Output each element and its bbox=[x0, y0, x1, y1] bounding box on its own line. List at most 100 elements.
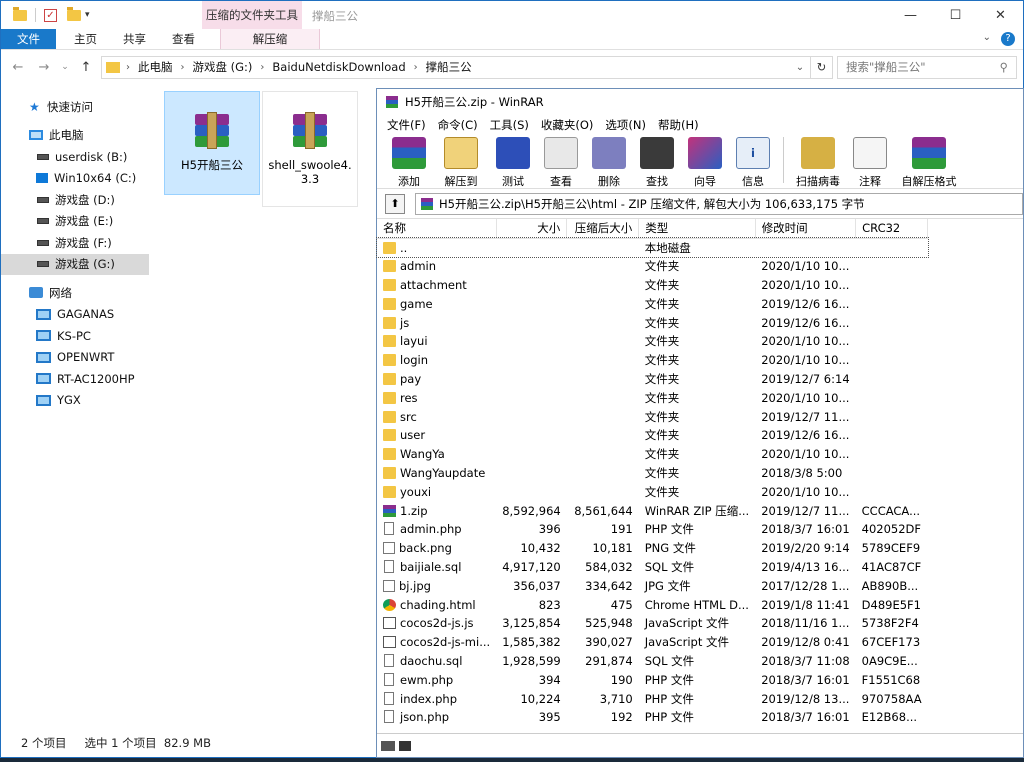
folder-icon[interactable] bbox=[13, 6, 27, 21]
table-row[interactable]: daochu.sql 1,928,599 291,874 SQL 文件 2018/3/7… bbox=[377, 652, 928, 671]
test-button[interactable]: 测试 bbox=[489, 135, 537, 189]
chevron-down-icon[interactable]: ⌄ bbox=[790, 62, 810, 73]
drive-icon bbox=[37, 218, 49, 225]
table-row[interactable]: src 文件夹 2019/12/7 11... bbox=[377, 407, 928, 426]
breadcrumb-item[interactable]: BaiduNetdiskDownload bbox=[272, 60, 405, 74]
table-row[interactable]: pay 文件夹 2019/12/7 6:14 bbox=[377, 370, 928, 389]
file-tile[interactable]: H5开船三公 bbox=[164, 91, 260, 195]
cell-packed: 475 bbox=[610, 597, 633, 612]
table-row[interactable]: cocos2d-js.js 3,125,854 525,948 JavaScript … bbox=[377, 614, 928, 633]
nav-drive-c[interactable]: Win10x64 (C:) bbox=[1, 168, 149, 190]
table-row[interactable]: ewm.php 394 190 PHP 文件 2018/3/7 16:01 F1551C6… bbox=[377, 670, 928, 689]
column-header-packed[interactable]: 压缩后大小 bbox=[566, 219, 640, 239]
table-row[interactable]: js 文件夹 2019/12/6 16... bbox=[377, 313, 928, 332]
menu-favorites[interactable]: 收藏夹(O) bbox=[535, 117, 600, 133]
maximize-button[interactable]: ☐ bbox=[933, 1, 978, 29]
new-folder-icon[interactable] bbox=[67, 6, 81, 21]
nav-host[interactable]: RT-AC1200HP bbox=[1, 368, 149, 390]
menu-commands[interactable]: 命令(C) bbox=[432, 117, 484, 133]
refresh-icon[interactable]: ↻ bbox=[810, 56, 832, 78]
menu-options[interactable]: 选项(N) bbox=[599, 117, 652, 133]
nav-quick-access[interactable]: ★ 快速访问 bbox=[1, 96, 149, 118]
table-row[interactable]: res 文件夹 2020/1/10 10... bbox=[377, 388, 928, 407]
expand-ribbon-icon[interactable]: ⌄ bbox=[983, 32, 991, 46]
table-row[interactable]: attachment 文件夹 2020/1/10 10... bbox=[377, 276, 928, 295]
table-row[interactable]: index.php 10,224 3,710 PHP 文件 2019/12/8 13..… bbox=[377, 689, 928, 708]
menu-tools[interactable]: 工具(S) bbox=[484, 117, 535, 133]
quick-access-toolbar: ✓ ▾ bbox=[1, 6, 90, 22]
recent-locations-button[interactable]: ⌄ bbox=[59, 56, 71, 78]
tab-share[interactable]: 共享 bbox=[110, 29, 159, 49]
column-header-type[interactable]: 类型 bbox=[638, 219, 756, 239]
breadcrumb-item[interactable]: 游戏盘 (G:) bbox=[193, 59, 253, 75]
table-row[interactable]: login 文件夹 2020/1/10 10... bbox=[377, 351, 928, 370]
table-row[interactable]: cocos2d-js-mi... 1,585,382 390,027 JavaScri… bbox=[377, 633, 928, 652]
table-row[interactable]: .. 本地磁盘 bbox=[376, 237, 929, 258]
nav-host[interactable]: GAGANAS bbox=[1, 304, 149, 326]
archive-path[interactable]: H5开船三公.zip\H5开船三公\html - ZIP 压缩文件, 解包大小为… bbox=[415, 192, 1023, 215]
column-header-modified[interactable]: 修改时间 bbox=[755, 219, 857, 239]
extract-to-button[interactable]: 解压到 bbox=[433, 135, 489, 189]
table-row[interactable]: WangYaupdate 文件夹 2018/3/8 5:00 bbox=[377, 464, 928, 483]
monitor-icon bbox=[36, 394, 51, 406]
help-icon[interactable]: ? bbox=[1001, 32, 1015, 46]
nav-label: 游戏盘 (F:) bbox=[55, 235, 112, 250]
file-tile[interactable]: shell_swoole4.3.3 bbox=[262, 91, 358, 207]
table-row[interactable]: bj.jpg 356,037 334,642 JPG 文件 2017/12/28 1..… bbox=[377, 576, 928, 595]
add-button[interactable]: 添加 bbox=[385, 135, 433, 189]
nav-host[interactable]: KS-PC bbox=[1, 325, 149, 347]
tab-view[interactable]: 查看 bbox=[159, 29, 208, 49]
customize-toolbar-icon[interactable]: ▾ bbox=[85, 10, 90, 20]
table-row[interactable]: youxi 文件夹 2020/1/10 10... bbox=[377, 482, 928, 501]
menu-help[interactable]: 帮助(H) bbox=[652, 117, 705, 133]
virus-scan-button[interactable]: 扫描病毒 bbox=[790, 135, 846, 189]
table-row[interactable]: admin.php 396 191 PHP 文件 2018/3/7 16:01 40205… bbox=[377, 520, 928, 539]
table-row[interactable]: admin 文件夹 2020/1/10 10... bbox=[377, 257, 928, 276]
table-row[interactable]: baijiale.sql 4,917,120 584,032 SQL 文件 2019/4… bbox=[377, 558, 928, 577]
column-header-crc[interactable]: CRC32 bbox=[855, 219, 929, 239]
properties-icon[interactable]: ✓ bbox=[44, 8, 57, 22]
table-row[interactable]: game 文件夹 2019/12/6 16... bbox=[377, 294, 928, 313]
nav-drive-e[interactable]: 游戏盘 (E:) bbox=[1, 211, 149, 233]
table-row[interactable]: layui 文件夹 2020/1/10 10... bbox=[377, 332, 928, 351]
search-input[interactable]: 搜索"撑船三公" ⚲ bbox=[837, 55, 1017, 79]
table-row[interactable]: back.png 10,432 10,181 PNG 文件 2019/2/20 9:14… bbox=[377, 539, 928, 558]
back-button[interactable]: ← bbox=[7, 56, 29, 78]
tab-file[interactable]: 文件 bbox=[1, 29, 56, 49]
nav-drive-g[interactable]: 游戏盘 (G:) bbox=[1, 253, 149, 275]
info-button[interactable]: i 信息 bbox=[729, 135, 777, 189]
minimize-button[interactable]: — bbox=[888, 1, 933, 29]
nav-drive-b[interactable]: userdisk (B:) bbox=[1, 146, 149, 168]
view-button[interactable]: 查看 bbox=[537, 135, 585, 189]
table-row[interactable]: json.php 395 192 PHP 文件 2018/3/7 16:01 E12B68… bbox=[377, 708, 928, 727]
nav-network[interactable]: 网络 bbox=[1, 282, 149, 304]
table-row[interactable]: WangYa 文件夹 2020/1/10 10... bbox=[377, 445, 928, 464]
forward-button[interactable]: → bbox=[33, 56, 55, 78]
nav-host[interactable]: OPENWRT bbox=[1, 347, 149, 369]
menu-file[interactable]: 文件(F) bbox=[381, 117, 432, 133]
find-button[interactable]: 查找 bbox=[633, 135, 681, 189]
nav-drive-d[interactable]: 游戏盘 (D:) bbox=[1, 189, 149, 211]
sfx-button[interactable]: 自解压格式 bbox=[894, 135, 964, 189]
up-folder-button[interactable]: ⬆ bbox=[385, 193, 405, 214]
cell-size: 4,917,120 bbox=[502, 559, 561, 574]
address-bar[interactable]: › 此电脑 › 游戏盘 (G:) › BaiduNetdiskDownload … bbox=[101, 55, 833, 79]
table-row[interactable]: 1.zip 8,592,964 8,561,644 WinRAR ZIP 压缩... 2… bbox=[377, 501, 928, 520]
table-row[interactable]: user 文件夹 2019/12/6 16... bbox=[377, 426, 928, 445]
nav-drive-f[interactable]: 游戏盘 (F:) bbox=[1, 232, 149, 254]
tab-extract[interactable]: 解压缩 bbox=[220, 29, 320, 49]
breadcrumb-item[interactable]: 此电脑 bbox=[138, 59, 173, 75]
table-row[interactable]: chading.html 823 475 Chrome HTML D... 2019/1… bbox=[377, 595, 928, 614]
breadcrumb-item[interactable]: 撑船三公 bbox=[426, 59, 472, 75]
cell-crc: CCCACA... bbox=[861, 503, 921, 518]
column-header-size[interactable]: 大小 bbox=[496, 219, 568, 239]
close-button[interactable]: ✕ bbox=[978, 1, 1023, 29]
delete-button[interactable]: 删除 bbox=[585, 135, 633, 189]
nav-host[interactable]: YGX bbox=[1, 390, 149, 412]
tab-home[interactable]: 主页 bbox=[56, 29, 110, 49]
wizard-button[interactable]: 向导 bbox=[681, 135, 729, 189]
up-button[interactable]: ↑ bbox=[75, 56, 97, 78]
nav-this-pc[interactable]: 此电脑 bbox=[1, 125, 149, 147]
comment-button[interactable]: 注释 bbox=[846, 135, 894, 189]
column-header-name[interactable]: 名称 bbox=[377, 219, 497, 239]
